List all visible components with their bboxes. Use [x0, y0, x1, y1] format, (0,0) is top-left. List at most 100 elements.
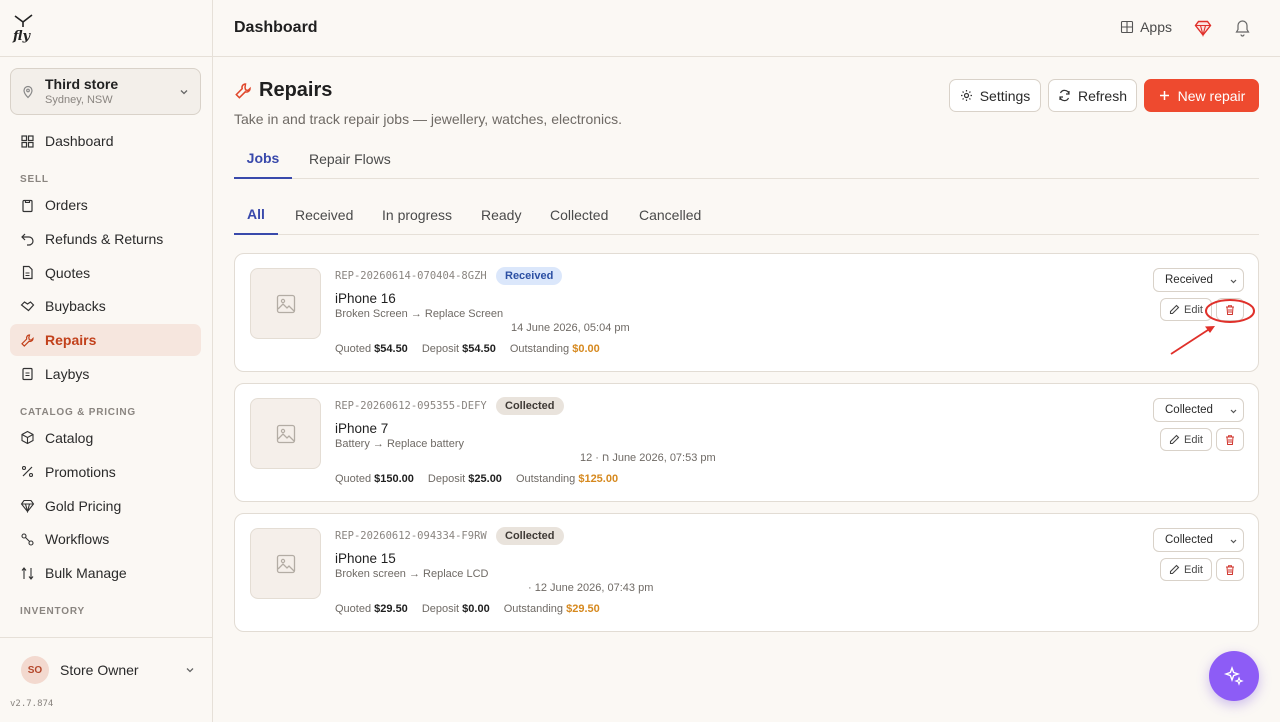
- brand-logo[interactable]: fly: [12, 13, 36, 43]
- filter-all[interactable]: All: [234, 195, 278, 235]
- gear-icon: [960, 90, 972, 101]
- settings-button[interactable]: Settings: [949, 79, 1041, 112]
- repair-card[interactable]: REP-20260614-070404-8GZH Received iPhone…: [234, 253, 1259, 372]
- status-select[interactable]: Collected: [1153, 398, 1244, 422]
- filter-collected[interactable]: Collected: [550, 195, 608, 235]
- sidebar-item-label: Quotes: [45, 264, 91, 281]
- deposit-value: $0.00: [462, 603, 490, 615]
- page-subtitle: Take in and track repair jobs — jeweller…: [234, 111, 623, 127]
- outstanding-label: Outstanding: [503, 603, 564, 615]
- tab-repair-flows[interactable]: Repair Flows: [309, 139, 391, 179]
- outstanding-label: Outstanding: [515, 473, 576, 485]
- percent-icon: [21, 466, 34, 478]
- sidebar-item-workflows[interactable]: Workflows: [10, 523, 201, 555]
- repair-date: · 12 June 2026, 07:43 pm: [528, 582, 654, 594]
- edit-button[interactable]: Edit: [1160, 298, 1212, 321]
- apps-button[interactable]: Apps: [1120, 19, 1172, 35]
- sidebar-item-promotions[interactable]: Promotions: [10, 456, 201, 488]
- quoted-label: Quoted: [335, 343, 372, 355]
- edit-button[interactable]: Edit: [1160, 428, 1212, 451]
- repair-amounts: Quoted $150.00 Deposit $25.00 Outstandin…: [335, 473, 632, 485]
- sidebar-item-label: Catalog: [45, 429, 94, 446]
- delete-button[interactable]: [1216, 298, 1244, 321]
- chevron-down-icon: [1230, 279, 1237, 284]
- filter-received[interactable]: Received: [295, 195, 353, 235]
- clipboard-icon: [22, 199, 33, 212]
- nav-section-catalog: CATALOG & PRICING: [20, 406, 137, 418]
- repair-card[interactable]: REP-20260612-095355-DEFY Collected iPhon…: [234, 383, 1259, 502]
- outstanding-label: Outstanding: [509, 343, 570, 355]
- edit-button[interactable]: Edit: [1160, 558, 1212, 581]
- chevron-down-icon: [1230, 539, 1237, 544]
- delete-button[interactable]: [1216, 428, 1244, 451]
- sidebar-item-label: Dashboard: [45, 133, 114, 149]
- ai-assistant-button[interactable]: [1209, 651, 1259, 701]
- sidebar-item-bulk-manage[interactable]: Bulk Manage: [10, 557, 201, 589]
- document-icon: [22, 265, 33, 280]
- status-select[interactable]: Received: [1153, 268, 1244, 292]
- sidebar-item-label: Laybys: [45, 365, 90, 382]
- sidebar-item-repairs[interactable]: Repairs: [10, 324, 201, 357]
- repair-issue: Battery → Replace battery: [335, 438, 465, 450]
- repair-amounts: Quoted $54.50 Deposit $54.50 Outstanding…: [335, 343, 614, 355]
- bell-icon[interactable]: [1234, 19, 1251, 37]
- edit-label: Edit: [1184, 563, 1203, 576]
- edit-label: Edit: [1184, 433, 1203, 446]
- sidebar-item-label: Promotions: [45, 463, 116, 480]
- app-version: v2.7.874: [10, 699, 54, 709]
- page-header: Repairs Take in and track repair jobs — …: [234, 79, 622, 127]
- box-icon: [21, 431, 34, 445]
- filter-ready[interactable]: Ready: [481, 195, 521, 235]
- repair-reference: REP-20260612-094334-F9RW: [335, 530, 487, 542]
- tab-jobs[interactable]: Jobs: [234, 139, 292, 179]
- sidebar-item-orders[interactable]: Orders: [10, 189, 201, 221]
- sidebar-item-refunds[interactable]: Refunds & Returns: [10, 223, 201, 255]
- undo-icon: [21, 233, 34, 246]
- sidebar-item-buybacks[interactable]: Buybacks: [10, 290, 201, 322]
- refresh-icon: [1059, 89, 1070, 102]
- status-select[interactable]: Collected: [1153, 528, 1244, 552]
- sidebar-item-dashboard[interactable]: Dashboard: [10, 125, 201, 157]
- pencil-icon: [1169, 564, 1180, 575]
- sidebar-item-catalog[interactable]: Catalog: [10, 422, 201, 454]
- filter-cancelled[interactable]: Cancelled: [639, 195, 701, 235]
- trash-icon: [1226, 564, 1234, 575]
- plus-icon: [1159, 91, 1169, 100]
- store-selector[interactable]: Third store Sydney, NSW: [10, 68, 201, 115]
- repair-card[interactable]: REP-20260612-094334-F9RW Collected iPhon…: [234, 513, 1259, 632]
- trash-icon: [1226, 304, 1234, 315]
- store-location: Sydney, NSW: [45, 94, 113, 106]
- sidebar-item-quotes[interactable]: Quotes: [10, 257, 201, 289]
- sidebar-item-laybys[interactable]: Laybys: [10, 358, 201, 390]
- deposit-label: Deposit: [421, 603, 460, 615]
- avatar: SO: [21, 656, 49, 684]
- chevron-down-icon: [180, 89, 188, 94]
- repair-reference: REP-20260612-095355-DEFY: [335, 400, 487, 412]
- wrench-icon: [21, 334, 34, 347]
- repair-issue: Broken screen → Replace LCD: [335, 568, 489, 580]
- page-title: Repairs: [234, 79, 622, 102]
- user-name: Store Owner: [60, 662, 139, 678]
- device-name: iPhone 15: [335, 551, 396, 566]
- new-repair-button[interactable]: New repair: [1144, 79, 1259, 112]
- deposit-value: $54.50: [462, 343, 496, 355]
- refresh-button[interactable]: Refresh: [1048, 79, 1137, 112]
- sidebar-item-gold-pricing[interactable]: Gold Pricing: [10, 490, 201, 522]
- repair-amounts: Quoted $29.50 Deposit $0.00 Outstanding …: [335, 603, 614, 615]
- status-select-value: Collected: [1165, 534, 1213, 546]
- chevron-down-icon: [186, 668, 194, 673]
- apps-grid-icon: [1121, 20, 1134, 34]
- apps-label: Apps: [1140, 19, 1172, 35]
- delete-button[interactable]: [1216, 558, 1244, 581]
- refresh-label: Refresh: [1077, 87, 1128, 104]
- wrench-icon: [235, 82, 251, 99]
- clipboard-icon: [22, 368, 33, 381]
- filter-in-progress[interactable]: In progress: [382, 195, 452, 235]
- deposit-label: Deposit: [421, 343, 460, 355]
- gem-icon[interactable]: [1194, 19, 1212, 37]
- user-menu[interactable]: SO Store Owner: [21, 656, 196, 684]
- user-area: SO Store Owner v2.7.874: [0, 637, 212, 722]
- outstanding-value: $125.00: [578, 473, 619, 485]
- status-filter-tabs: All Received In progress Ready Collected…: [234, 195, 1259, 235]
- trash-icon: [1226, 434, 1234, 445]
